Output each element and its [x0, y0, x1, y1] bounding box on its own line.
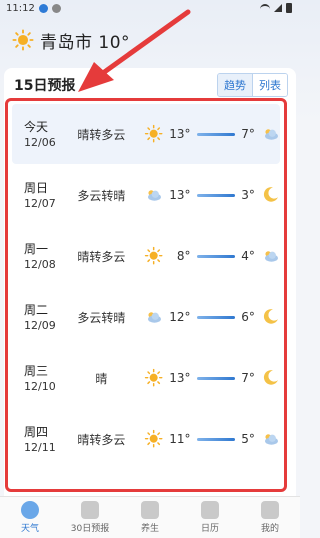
wifi-icon: [260, 4, 270, 12]
notification-icon: [38, 3, 48, 13]
day-date: 12/10: [24, 379, 56, 393]
temperature-range-bar: [196, 315, 236, 319]
forecast-day-row[interactable]: 周四 12/11 晴转多云 11° 5°: [12, 409, 280, 469]
day-label-group: 周三 12/10: [12, 363, 63, 394]
day-name: 今天: [24, 119, 49, 134]
day-date: 12/11: [24, 440, 56, 454]
tab-health[interactable]: 养生: [120, 501, 180, 534]
health-icon: [141, 501, 159, 519]
day-label-group: 周日 12/07: [12, 180, 63, 211]
day-date: 12/06: [24, 135, 56, 149]
sun-icon: [144, 429, 163, 449]
forecast-day-row[interactable]: 今天 12/06 晴转多云 13° 7°: [12, 104, 280, 164]
view-list-button[interactable]: 列表: [252, 74, 287, 96]
high-temperature: 12°: [169, 310, 191, 324]
tab-label: 30日预报: [70, 524, 110, 534]
cloud-icon: [144, 185, 163, 205]
tab-30-day-forecast[interactable]: 30日预报: [60, 501, 120, 534]
sun-icon: [12, 29, 34, 51]
status-left: 11:12: [6, 3, 61, 14]
moon-icon: [261, 368, 280, 388]
location-header[interactable]: 青岛市 10°: [12, 26, 130, 54]
tab-label: 日历: [200, 524, 219, 534]
battery-icon: [286, 3, 292, 13]
signal-icon: [274, 4, 282, 12]
sun-icon: [144, 124, 163, 144]
high-temperature: 8°: [176, 249, 191, 263]
cloud-icon: [144, 307, 163, 327]
forecast-card-header: 15日预报 趋势 列表: [4, 68, 296, 102]
notification-icon-secondary: [51, 3, 61, 13]
day-label-group: 周四 12/11: [12, 424, 63, 455]
day-date: 12/08: [24, 257, 56, 271]
tab-label: 我的: [260, 524, 279, 534]
high-temperature: 13°: [169, 371, 191, 385]
day-name: 周四: [24, 424, 49, 439]
cloud-icon: [261, 429, 280, 449]
forecast-day-row[interactable]: 周日 12/07 多云转晴 13° 3°: [12, 165, 280, 225]
forecast-list[interactable]: 今天 12/06 晴转多云 13° 7° 周日 12/07 多云转晴 13° 3° 周一 12/08 晴…: [12, 104, 280, 488]
status-right: [260, 3, 292, 13]
high-temperature: 11°: [169, 432, 191, 446]
moon-icon: [261, 307, 280, 327]
low-temperature: 7°: [241, 371, 255, 385]
tab-calendar[interactable]: 日历: [180, 501, 240, 534]
temperature-range-bar: [196, 437, 236, 441]
day-label-group: 周二 12/09: [12, 302, 63, 333]
weather-description: 多云转晴: [77, 310, 126, 325]
view-trend-button[interactable]: 趋势: [218, 74, 252, 96]
low-temperature: 5°: [241, 432, 255, 446]
forecast-day-row[interactable]: 周二 12/09 多云转晴 12° 6°: [12, 287, 280, 347]
forecast-title: 15日预报: [14, 78, 76, 94]
status-time: 11:12: [6, 2, 35, 14]
forecast-day-row[interactable]: 周一 12/08 晴转多云 8° 4°: [12, 226, 280, 286]
day-date: 12/09: [24, 318, 56, 332]
day-label-group: 今天 12/06: [12, 119, 63, 150]
temperature-range-bar: [196, 193, 236, 197]
day-name: 周日: [24, 180, 49, 195]
forecast-day-row[interactable]: 周五雨夹雪6°2°: [12, 470, 280, 488]
low-temperature: 3°: [241, 188, 255, 202]
chart-icon: [81, 501, 99, 519]
weather-icon: [21, 501, 39, 519]
low-temperature: 7°: [241, 127, 255, 141]
tab-weather[interactable]: 天气: [0, 501, 60, 534]
profile-icon: [261, 501, 279, 519]
weather-description: 晴转多云: [77, 432, 126, 447]
high-temperature: 13°: [169, 188, 191, 202]
day-name: 周二: [24, 302, 49, 317]
temperature-range-bar: [196, 132, 236, 136]
weather-description: 晴转多云: [77, 249, 126, 264]
tab-label: 养生: [140, 524, 159, 534]
high-temperature: 13°: [169, 127, 191, 141]
weather-description: 晴转多云: [77, 127, 126, 142]
calendar-icon: [201, 501, 219, 519]
day-label-group: 周一 12/08: [12, 241, 63, 272]
cloud-icon: [261, 124, 280, 144]
sun-icon: [144, 368, 163, 388]
day-date: 12/07: [24, 196, 56, 210]
weather-description: 晴: [95, 371, 108, 386]
bottom-tab-bar: 天气 30日预报 养生 日历 我的: [0, 496, 300, 538]
moon-icon: [261, 185, 280, 205]
cloud-icon: [261, 246, 280, 266]
weather-description: 多云转晴: [77, 188, 126, 203]
day-name: 周三: [24, 363, 49, 378]
sun-icon: [144, 246, 163, 266]
tab-profile[interactable]: 我的: [240, 501, 300, 534]
temperature-range-bar: [196, 254, 236, 258]
forecast-day-row[interactable]: 周三 12/10 晴 13° 7°: [12, 348, 280, 408]
day-name: 周一: [24, 241, 49, 256]
low-temperature: 6°: [241, 310, 255, 324]
tab-label: 天气: [20, 524, 39, 534]
view-toggle: 趋势 列表: [217, 73, 288, 97]
status-bar: 11:12: [0, 0, 300, 16]
low-temperature: 4°: [241, 249, 255, 263]
city-temperature: 青岛市 10°: [40, 32, 131, 53]
temperature-range-bar: [196, 376, 236, 380]
